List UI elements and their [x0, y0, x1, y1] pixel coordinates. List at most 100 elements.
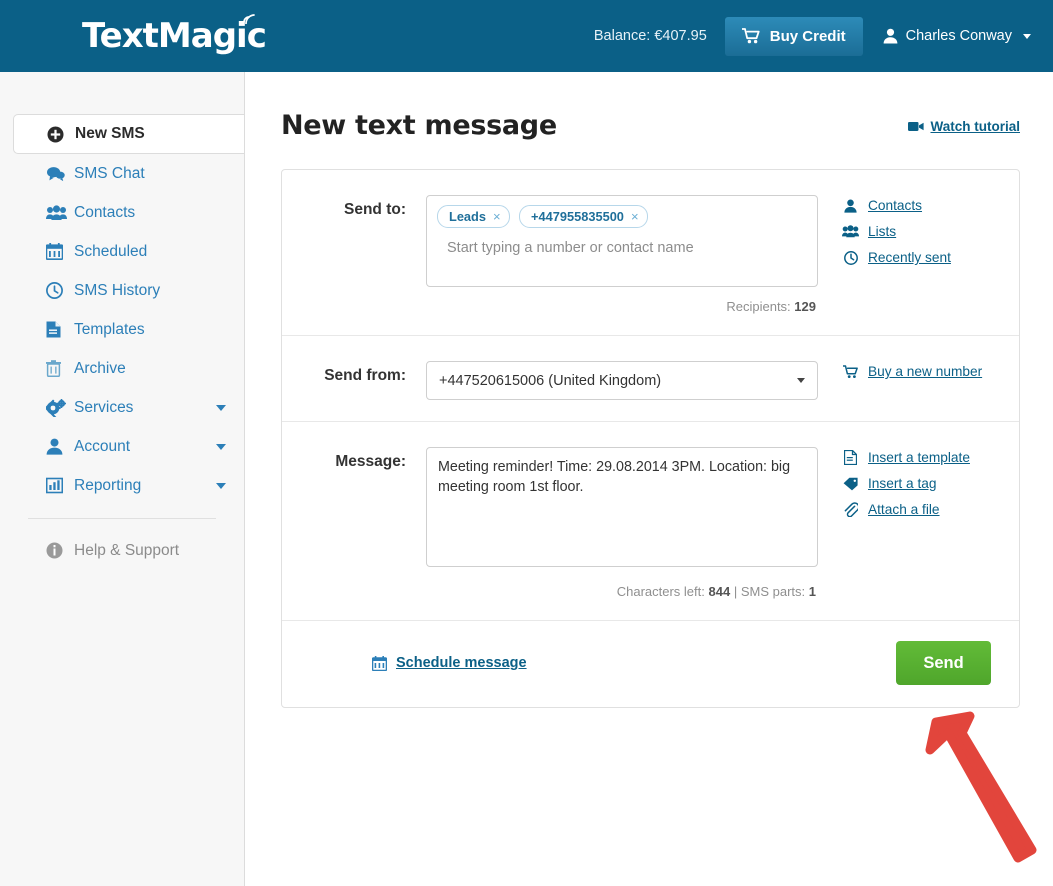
attach-file-link[interactable]: Attach a file — [842, 502, 970, 517]
chevron-down-icon[interactable] — [216, 482, 226, 489]
sidebar-item-services[interactable]: Services — [0, 388, 244, 427]
calendar-icon — [372, 655, 387, 671]
sidebar-item-label: Reporting — [74, 476, 142, 494]
watch-tutorial-link[interactable]: Watch tutorial — [907, 119, 1021, 134]
chat-bubble-icon — [46, 166, 68, 182]
sidebar-item-account[interactable]: Account — [0, 427, 244, 466]
message-field-group: Characters left: 844 | SMS parts: 1 — [426, 447, 818, 599]
top-header: TextMagic Balance: €407.95 Buy Credit Ch… — [0, 0, 1053, 72]
sidebar-divider — [28, 518, 216, 519]
recipient-token[interactable]: Leads × — [437, 205, 510, 228]
counter-separator: | — [733, 584, 738, 599]
sms-parts-value: 1 — [808, 584, 816, 599]
insert-template-link[interactable]: Insert a template — [842, 450, 970, 465]
message-textarea[interactable] — [426, 447, 818, 567]
video-camera-icon — [907, 122, 924, 131]
recipients-counter: Recipients: 129 — [426, 299, 818, 314]
content-header: New text message Watch tutorial — [281, 110, 1020, 141]
balance-display: Balance: €407.95 — [593, 28, 707, 44]
document-icon — [46, 321, 68, 338]
caret-down-icon — [797, 378, 805, 383]
trash-bin-icon — [46, 360, 68, 377]
chevron-down-icon[interactable] — [216, 443, 226, 450]
panel-footer: Schedule message Send — [282, 621, 1019, 707]
insert-tag-link[interactable]: Insert a tag — [842, 476, 970, 491]
sidebar-item-new-sms[interactable]: New SMS — [13, 114, 244, 154]
close-x-icon[interactable]: × — [631, 209, 639, 224]
message-row: Message: Characters left: 844 | SMS part… — [282, 422, 1019, 621]
contacts-link-label: Contacts — [868, 198, 923, 213]
people-group-icon — [46, 204, 68, 221]
sidebar-item-contacts[interactable]: Contacts — [0, 193, 244, 232]
sidebar-item-templates[interactable]: Templates — [0, 310, 244, 349]
app-logo[interactable]: TextMagic — [82, 14, 267, 56]
people-group-icon — [842, 225, 859, 238]
send-to-row: Send to: Leads × +447955835500 × Start t… — [282, 170, 1019, 336]
sidebar-item-label: Help & Support — [74, 541, 180, 559]
sidebar-item-label: New SMS — [75, 125, 145, 142]
chevron-down-icon[interactable] — [216, 404, 226, 411]
bar-chart-icon — [46, 477, 68, 494]
user-icon — [842, 199, 859, 213]
send-from-field-group: +447520615006 (United Kingdom) — [426, 361, 818, 400]
sidebar-item-reporting[interactable]: Reporting — [0, 466, 244, 505]
contacts-link[interactable]: Contacts — [842, 198, 951, 213]
page-title: New text message — [281, 110, 557, 141]
recently-sent-link-label: Recently sent — [868, 250, 951, 265]
schedule-message-label: Schedule message — [396, 655, 527, 671]
sidebar-item-label: Services — [74, 398, 134, 416]
buy-new-number-label: Buy a new number — [868, 364, 983, 379]
buy-credit-label: Buy Credit — [769, 27, 846, 45]
send-button[interactable]: Send — [896, 641, 991, 685]
close-x-icon[interactable]: × — [493, 209, 501, 224]
logo-text: TextMagic — [82, 16, 267, 56]
buy-credit-button[interactable]: Buy Credit — [724, 16, 863, 56]
main-content: New text message Watch tutorial Send to:… — [245, 72, 1053, 886]
sidebar-item-label: SMS Chat — [74, 164, 145, 182]
recipients-input[interactable]: Leads × +447955835500 × Start typing a n… — [426, 195, 818, 287]
sidebar-item-sms-history[interactable]: SMS History — [0, 271, 244, 310]
page-body: New SMS SMS Chat Contacts Scheduled SMS … — [0, 72, 1053, 886]
recently-sent-link[interactable]: Recently sent — [842, 250, 951, 265]
sidebar-item-sms-chat[interactable]: SMS Chat — [0, 154, 244, 193]
send-to-label: Send to: — [344, 201, 406, 218]
calendar-icon — [46, 243, 68, 260]
recipient-token-label: +447955835500 — [531, 209, 624, 224]
sidebar-item-label: Account — [74, 437, 131, 455]
watch-tutorial-label: Watch tutorial — [930, 119, 1021, 134]
user-name-label: Charles Conway — [905, 28, 1012, 44]
lists-link[interactable]: Lists — [842, 224, 951, 239]
header-right-cluster: Balance: €407.95 Buy Credit Charles Conw… — [593, 16, 1031, 56]
chars-left-prefix: Characters left: — [616, 584, 705, 599]
recipients-counter-prefix: Recipients: — [726, 299, 791, 314]
send-from-links: Buy a new number — [818, 361, 982, 400]
chars-left-value: 844 — [708, 584, 731, 599]
sidebar-item-help-support[interactable]: Help & Support — [0, 531, 244, 570]
message-label: Message: — [335, 453, 406, 470]
sidebar-item-archive[interactable]: Archive — [0, 349, 244, 388]
sidebar-item-label: Scheduled — [74, 242, 148, 260]
sidebar-item-label: Archive — [74, 359, 126, 377]
caret-down-icon — [1023, 33, 1031, 39]
recipient-token[interactable]: +447955835500 × — [519, 205, 648, 228]
shopping-cart-icon — [741, 28, 760, 44]
user-icon — [46, 438, 68, 455]
user-menu[interactable]: Charles Conway — [883, 28, 1031, 44]
sms-parts-prefix: SMS parts: — [740, 584, 806, 599]
sidebar-item-label: Templates — [74, 320, 145, 338]
recipients-counter-value: 129 — [794, 299, 816, 314]
document-icon — [842, 450, 859, 465]
clock-icon — [46, 282, 68, 299]
sidebar-item-scheduled[interactable]: Scheduled — [0, 232, 244, 271]
buy-new-number-link[interactable]: Buy a new number — [842, 364, 982, 379]
message-links: Insert a template Insert a tag Attach a … — [818, 447, 970, 599]
plus-circle-icon — [47, 126, 69, 143]
user-avatar-icon — [883, 28, 898, 44]
new-message-panel: Send to: Leads × +447955835500 × Start t… — [281, 169, 1020, 708]
insert-tag-label: Insert a tag — [868, 476, 937, 491]
sender-number-select[interactable]: +447520615006 (United Kingdom) — [426, 361, 818, 400]
wifi-signal-icon — [242, 14, 255, 24]
schedule-message-link[interactable]: Schedule message — [372, 655, 527, 671]
send-from-label: Send from: — [324, 367, 406, 384]
tag-icon — [842, 477, 859, 491]
